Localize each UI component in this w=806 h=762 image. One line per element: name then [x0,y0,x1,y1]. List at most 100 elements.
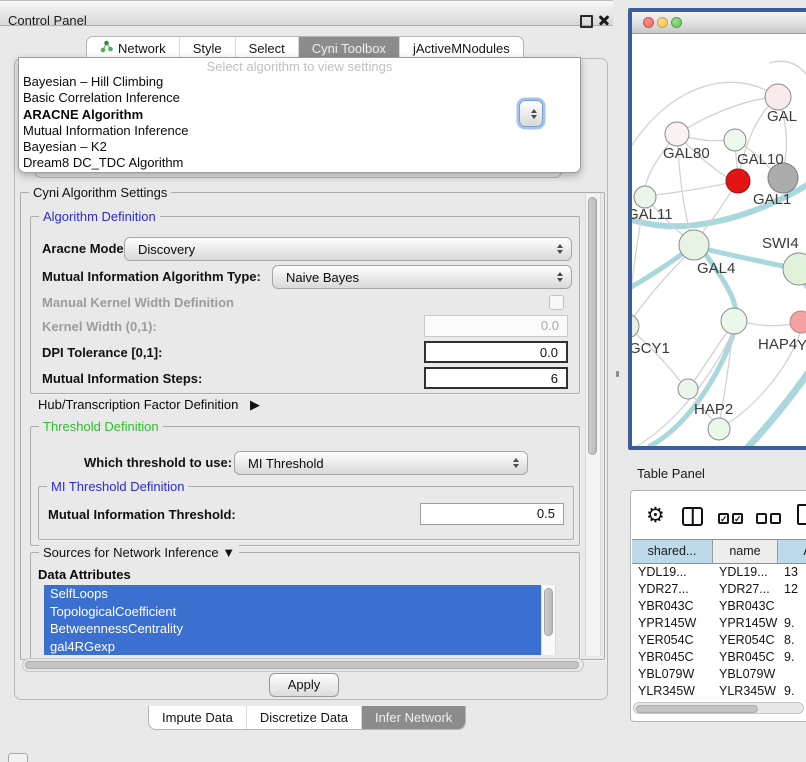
algorithm-option[interactable]: Bayesian – K2 [19,139,580,155]
dpi-tolerance-field[interactable]: 0.0 [424,341,568,363]
network-node-label: GAL1 [753,191,791,208]
algorithm-option[interactable]: Mutual Information Inference [19,123,580,139]
close-icon[interactable] [598,14,610,26]
data-attribute-item[interactable]: gal4RGexp [44,638,541,656]
data-attribute-item[interactable]: BetweennessCentrality [44,620,541,638]
network-node-label: GAL11 [632,206,673,223]
table-cell: YBL079W [632,666,713,683]
table-row[interactable]: YDL19...YDL19...13 [632,564,806,581]
network-node[interactable] [783,253,806,285]
table-row[interactable]: YER054CYER054C8. [632,632,806,649]
column-header-name[interactable]: name [713,540,778,563]
data-attributes-label: Data Attributes [38,567,131,582]
kernel-width-field[interactable]: 0.0 [424,315,568,337]
table-row[interactable]: YPR145WYPR145W9. [632,615,806,632]
algorithm-option[interactable]: Basic Correlation Inference [19,90,580,106]
network-node[interactable] [790,311,806,333]
attributes-scrollbar[interactable] [541,585,556,655]
network-node[interactable] [726,169,750,193]
scrollbar-thumb[interactable] [588,197,597,455]
network-node[interactable] [665,122,689,146]
table-horizontal-scrollbar[interactable] [633,702,804,714]
splitter-handle[interactable] [616,371,619,377]
column-header-shared[interactable]: shared... [632,540,713,563]
table-row[interactable]: YDR27...YDR27...12 [632,581,806,598]
column-header-third[interactable]: A [778,540,806,563]
network-node-label: HAP2 [694,401,733,418]
mi-steps-label: Mutual Information Steps: [42,367,202,391]
cyni-algorithm-settings-title: Cyni Algorithm Settings [29,185,171,200]
algorithm-option[interactable]: Bayesian – Hill Climbing [19,74,580,90]
table-cell: YDL19... [632,564,713,581]
network-node[interactable] [721,308,747,334]
gear-icon[interactable]: ⚙ [646,505,665,526]
mi-steps-field[interactable]: 6 [424,367,568,389]
mi-type-label: Mutual Information Algorithm Type: [42,265,261,289]
unchecked-pair-icon[interactable] [756,513,781,524]
split-columns-icon[interactable] [682,507,703,526]
table-cell: YDR27... [713,581,778,598]
network-node[interactable] [724,129,746,151]
scrollbar-thumb[interactable] [636,705,758,713]
network-node[interactable] [634,186,656,208]
table-cell: YBR045C [632,649,713,666]
table-panel-title: Table Panel [637,466,705,481]
scrollbar-thumb[interactable] [25,661,579,669]
algorithm-option[interactable]: Dream8 DC_TDC Algorithm [19,155,580,171]
network-edge [632,209,643,326]
zoom-traffic-light-icon[interactable] [671,17,682,28]
chevron-updown-icon [513,458,519,468]
tab-infer-network[interactable]: Infer Network [362,706,465,729]
cyni-bottom-tabbar: Impute Data Discretize Data Infer Networ… [148,706,466,730]
checked-pair-icon[interactable]: ✓✓ [718,513,743,524]
network-node-label: GAL [767,108,797,125]
mi-threshold-field[interactable]: 0.5 [420,503,564,525]
control-panel-titlebar: Control Panel [0,0,613,26]
network-window-titlebar[interactable] [632,12,806,34]
table-row[interactable]: YLR345WYLR345W9. [632,683,806,700]
close-traffic-light-icon[interactable] [643,17,654,28]
collapsed-panel-button[interactable] [8,753,28,762]
aracne-mode-combo[interactable]: Discovery [124,237,572,261]
settings-vertical-scrollbar[interactable] [585,194,601,656]
dpi-tolerance-label: DPI Tolerance [0,1]: [42,341,162,365]
scrollbar-thumb[interactable] [544,588,553,636]
float-icon[interactable] [580,15,593,28]
table-row[interactable]: YBL079WYBL079W [632,666,806,683]
settings-horizontal-scrollbar[interactable] [22,658,584,672]
table-cell: YBR045C [713,649,778,666]
network-node-label: Y [797,337,806,354]
apply-button[interactable]: Apply [269,673,339,697]
network-node-label: GAL80 [663,145,710,162]
table-cell [778,598,806,615]
which-threshold-combo[interactable]: MI Threshold [234,451,528,475]
sources-title[interactable]: Sources for Network Inference ▼ [39,545,239,560]
algorithm-option[interactable]: ARACNE Algorithm [19,107,580,123]
table-cell: YPR145W [632,615,713,632]
minimize-traffic-light-icon[interactable] [657,17,668,28]
network-node[interactable] [708,418,730,440]
table-header: shared... name A [632,539,806,564]
network-node[interactable] [765,84,791,110]
network-node[interactable] [632,314,639,338]
network-canvas[interactable]: GALGAL80GAL10GAL1GAL11GAL4SWI4GCY1HAP4YH… [632,33,806,446]
network-node-label: GAL4 [697,260,735,277]
document-icon[interactable] [797,504,806,525]
data-attributes-list: SelfLoopsTopologicalCoefficientBetweenne… [44,585,541,655]
mi-threshold-label: Mutual Information Threshold: [48,503,236,527]
screen: Control Panel Network Style Select Cyni … [0,0,806,762]
data-attribute-item[interactable]: TopologicalCoefficient [44,603,541,621]
network-node[interactable] [678,379,698,399]
manual-kernel-checkbox[interactable] [549,295,564,310]
which-threshold-label: Which threshold to use: [84,451,232,475]
inference-algorithm-combo-fragment[interactable] [519,100,543,127]
network-edge [632,255,687,326]
table-row[interactable]: YBR043CYBR043C [632,598,806,615]
network-node[interactable] [679,230,709,260]
mi-type-combo[interactable]: Naive Bayes [272,265,572,289]
hub-section-toggle[interactable]: Hub/Transcription Factor Definition ▶ [38,397,260,413]
data-attribute-item[interactable]: SelfLoops [44,585,541,603]
table-row[interactable]: YBR045CYBR045C9. [632,649,806,666]
tab-discretize-data[interactable]: Discretize Data [247,706,362,729]
tab-impute-data[interactable]: Impute Data [149,706,247,729]
